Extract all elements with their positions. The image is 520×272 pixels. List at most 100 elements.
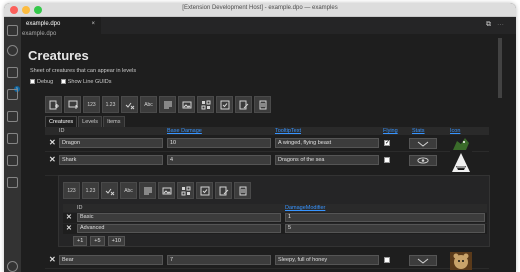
- id-cell[interactable]: Dragon: [59, 138, 163, 148]
- image-column-button[interactable]: [178, 96, 195, 113]
- window-title: [Extension Development Host] - example.d…: [182, 5, 338, 11]
- delete-row-icon[interactable]: ✕: [66, 213, 72, 221]
- text-lines-icon: [143, 187, 152, 194]
- split-editor-icon[interactable]: ⧉: [486, 21, 497, 28]
- id-cell[interactable]: Advanced: [77, 224, 281, 233]
- check-cross-icon: [105, 188, 114, 195]
- image-column-button[interactable]: [158, 182, 175, 199]
- bear-icon[interactable]: [450, 252, 472, 270]
- tooltip-cell[interactable]: Sleepy, full of honey: [275, 255, 379, 265]
- nested-stats-sheet: 123 1.23 Abc ID DamageModifier ✕ Basic 1…: [58, 175, 490, 247]
- table-row: ✕ Shark 4 Dragons of the sea: [45, 152, 489, 176]
- col-damage-modifier-header[interactable]: DamageModifier: [285, 205, 325, 211]
- search-icon[interactable]: [7, 45, 18, 56]
- source-control-icon[interactable]: [7, 67, 18, 78]
- color-column-button[interactable]: [197, 96, 214, 113]
- id-cell[interactable]: Shark: [59, 155, 163, 165]
- eye-icon: [417, 157, 429, 164]
- editor-actions: ⧉⋯: [486, 21, 510, 29]
- add-row-button[interactable]: [45, 96, 62, 113]
- delete-row-icon[interactable]: ✕: [49, 255, 56, 264]
- run-debug-icon[interactable]: [7, 89, 18, 100]
- flying-checkbox[interactable]: [384, 257, 390, 263]
- reference-doc-icon: [259, 100, 266, 109]
- more-actions-icon[interactable]: ⋯: [497, 21, 510, 28]
- boolean-column-button[interactable]: [101, 182, 118, 199]
- damage-modifier-cell[interactable]: 5: [285, 224, 485, 233]
- step-buttons: +1 +5 +10: [73, 236, 125, 246]
- boolean-column-button[interactable]: [121, 96, 138, 113]
- table-row: ✕ Basic 1: [63, 213, 487, 223]
- edit-column-button[interactable]: [235, 96, 252, 113]
- testing-icon[interactable]: [7, 155, 18, 166]
- table-row: ✕ Dragon 10 A winged, flying beast: [45, 135, 489, 153]
- breadcrumb[interactable]: example.dpo: [22, 31, 56, 37]
- add-column-button[interactable]: [64, 96, 81, 113]
- col-base-damage-header[interactable]: Base Damage: [167, 128, 202, 134]
- account-icon[interactable]: [7, 261, 18, 272]
- col-flying-header[interactable]: Flying: [383, 128, 398, 134]
- image-icon: [182, 101, 191, 108]
- step-plus-1-button[interactable]: +1: [73, 236, 88, 246]
- delete-row-icon[interactable]: ✕: [66, 224, 72, 232]
- col-id-header: ID: [59, 128, 65, 134]
- stats-collapse-button[interactable]: [409, 255, 437, 266]
- stats-expand-button[interactable]: [409, 155, 437, 166]
- line-guids-checkbox[interactable]: [60, 79, 66, 85]
- activity-bar: 1: [4, 17, 21, 272]
- add-column-icon: [68, 100, 78, 109]
- float-column-button[interactable]: 1.23: [82, 182, 99, 199]
- remote-explorer-icon[interactable]: [7, 133, 18, 144]
- reference-column-button[interactable]: [254, 96, 271, 113]
- tooltip-cell[interactable]: A winged, flying beast: [275, 138, 379, 148]
- string-column-button[interactable]: Abc: [120, 182, 137, 199]
- delete-row-icon[interactable]: ✕: [49, 138, 56, 147]
- id-cell[interactable]: Bear: [59, 255, 163, 265]
- table-row: ✕ Advanced 5: [63, 224, 487, 234]
- checklist-icon: [220, 100, 229, 109]
- checklist-icon: [200, 186, 209, 195]
- col-icon-header[interactable]: Icon: [450, 128, 460, 134]
- edit-column-button[interactable]: [215, 182, 232, 199]
- flying-checkbox[interactable]: [384, 139, 390, 146]
- id-cell[interactable]: Basic: [77, 213, 281, 222]
- chevron-down-icon: [417, 258, 429, 264]
- step-plus-5-button[interactable]: +5: [90, 236, 105, 246]
- editor-scrollbar[interactable]: [498, 38, 502, 98]
- integer-column-button[interactable]: 123: [83, 96, 100, 113]
- base-damage-cell[interactable]: 4: [167, 155, 271, 165]
- line-guids-label: Show Line GUIDs: [67, 79, 112, 85]
- debug-checkbox[interactable]: [30, 79, 35, 85]
- col-tooltip-header[interactable]: TooltipText: [275, 128, 301, 134]
- view-options: Debug Show Line GUIDs: [30, 79, 117, 85]
- text-column-button[interactable]: [159, 96, 176, 113]
- damage-modifier-cell[interactable]: 1: [285, 213, 485, 222]
- text-column-button[interactable]: [139, 182, 156, 199]
- dragon-icon[interactable]: [450, 135, 472, 153]
- base-damage-cell[interactable]: 7: [167, 255, 271, 265]
- flying-checkbox[interactable]: [384, 157, 390, 163]
- col-stats-header[interactable]: Stats: [412, 128, 425, 134]
- checklist-column-button[interactable]: [216, 96, 233, 113]
- col-id-header: ID: [77, 205, 83, 211]
- integer-column-button[interactable]: 123: [63, 182, 80, 199]
- creatures-grid: ID Base Damage TooltipText Flying Stats …: [45, 127, 489, 176]
- docker-icon[interactable]: [7, 177, 18, 188]
- shark-icon[interactable]: [450, 152, 472, 176]
- color-grid-icon: [201, 100, 210, 109]
- image-icon: [162, 187, 171, 194]
- stats-collapse-button[interactable]: [409, 138, 437, 149]
- step-plus-10-button[interactable]: +10: [107, 236, 125, 246]
- delete-row-icon[interactable]: ✕: [49, 155, 56, 164]
- base-damage-cell[interactable]: 10: [167, 138, 271, 148]
- reference-column-button[interactable]: [234, 182, 251, 199]
- string-column-button[interactable]: Abc: [140, 96, 157, 113]
- explorer-icon[interactable]: [7, 25, 18, 36]
- table-row: ✕ Bear 7 Sleepy, full of honey: [45, 252, 489, 270]
- tooltip-cell[interactable]: Dragons of the sea: [275, 155, 379, 165]
- color-column-button[interactable]: [177, 182, 194, 199]
- float-column-button[interactable]: 1.23: [102, 96, 119, 113]
- checklist-column-button[interactable]: [196, 182, 213, 199]
- extensions-icon[interactable]: [7, 111, 18, 122]
- close-icon[interactable]: ×: [91, 21, 95, 27]
